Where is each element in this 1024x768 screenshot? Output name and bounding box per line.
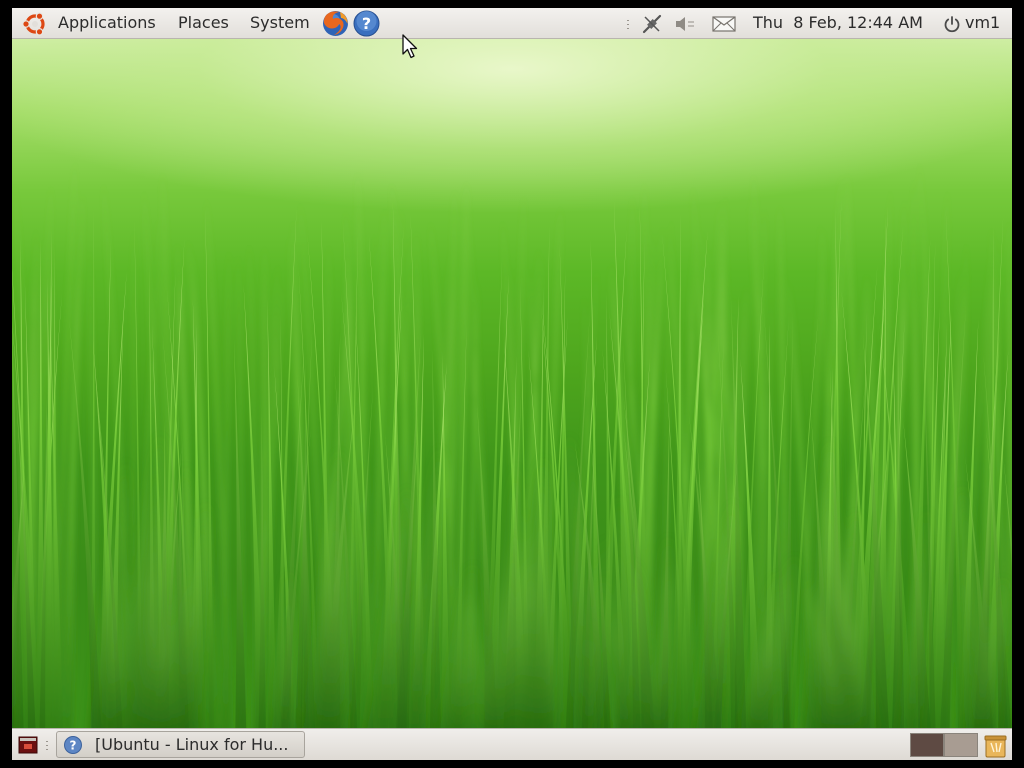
desktop-screen: Applications Places System ? Thu 8 Feb, … [12, 8, 1012, 760]
help-icon[interactable]: ? [352, 9, 381, 38]
user-name[interactable]: vm1 [965, 8, 1000, 38]
taskbar-window-title: [Ubuntu - Linux for Hu... [95, 735, 289, 754]
mouse-pointer-icon [402, 34, 418, 64]
mail-icon[interactable] [712, 16, 736, 32]
ubuntu-logo-icon[interactable] [22, 11, 48, 37]
grass-wallpaper-image [12, 159, 1012, 728]
panel-handle-icon [44, 738, 50, 752]
places-menu[interactable]: Places [178, 8, 229, 38]
desktop-wallpaper[interactable] [12, 39, 1012, 728]
show-desktop-icon[interactable] [18, 736, 38, 754]
workspace-1[interactable] [910, 733, 944, 757]
volume-muted-icon[interactable] [674, 14, 698, 34]
panel-handle-icon [625, 17, 631, 31]
workspace-2[interactable] [944, 733, 978, 757]
svg-text:?: ? [70, 739, 77, 753]
system-menu[interactable]: System [250, 8, 310, 38]
help-icon: ? [63, 735, 83, 755]
top-panel: Applications Places System ? Thu 8 Feb, … [12, 8, 1012, 39]
network-disconnected-icon[interactable] [640, 12, 664, 36]
firefox-icon[interactable] [321, 9, 350, 38]
svg-text:?: ? [362, 14, 371, 33]
power-icon[interactable] [943, 15, 961, 33]
bottom-panel: ? [Ubuntu - Linux for Hu... [12, 728, 1012, 760]
clock[interactable]: Thu 8 Feb, 12:44 AM [753, 8, 923, 38]
applications-menu[interactable]: Applications [58, 8, 156, 38]
trash-icon[interactable] [982, 732, 1009, 759]
taskbar-window-button[interactable]: ? [Ubuntu - Linux for Hu... [56, 731, 305, 758]
